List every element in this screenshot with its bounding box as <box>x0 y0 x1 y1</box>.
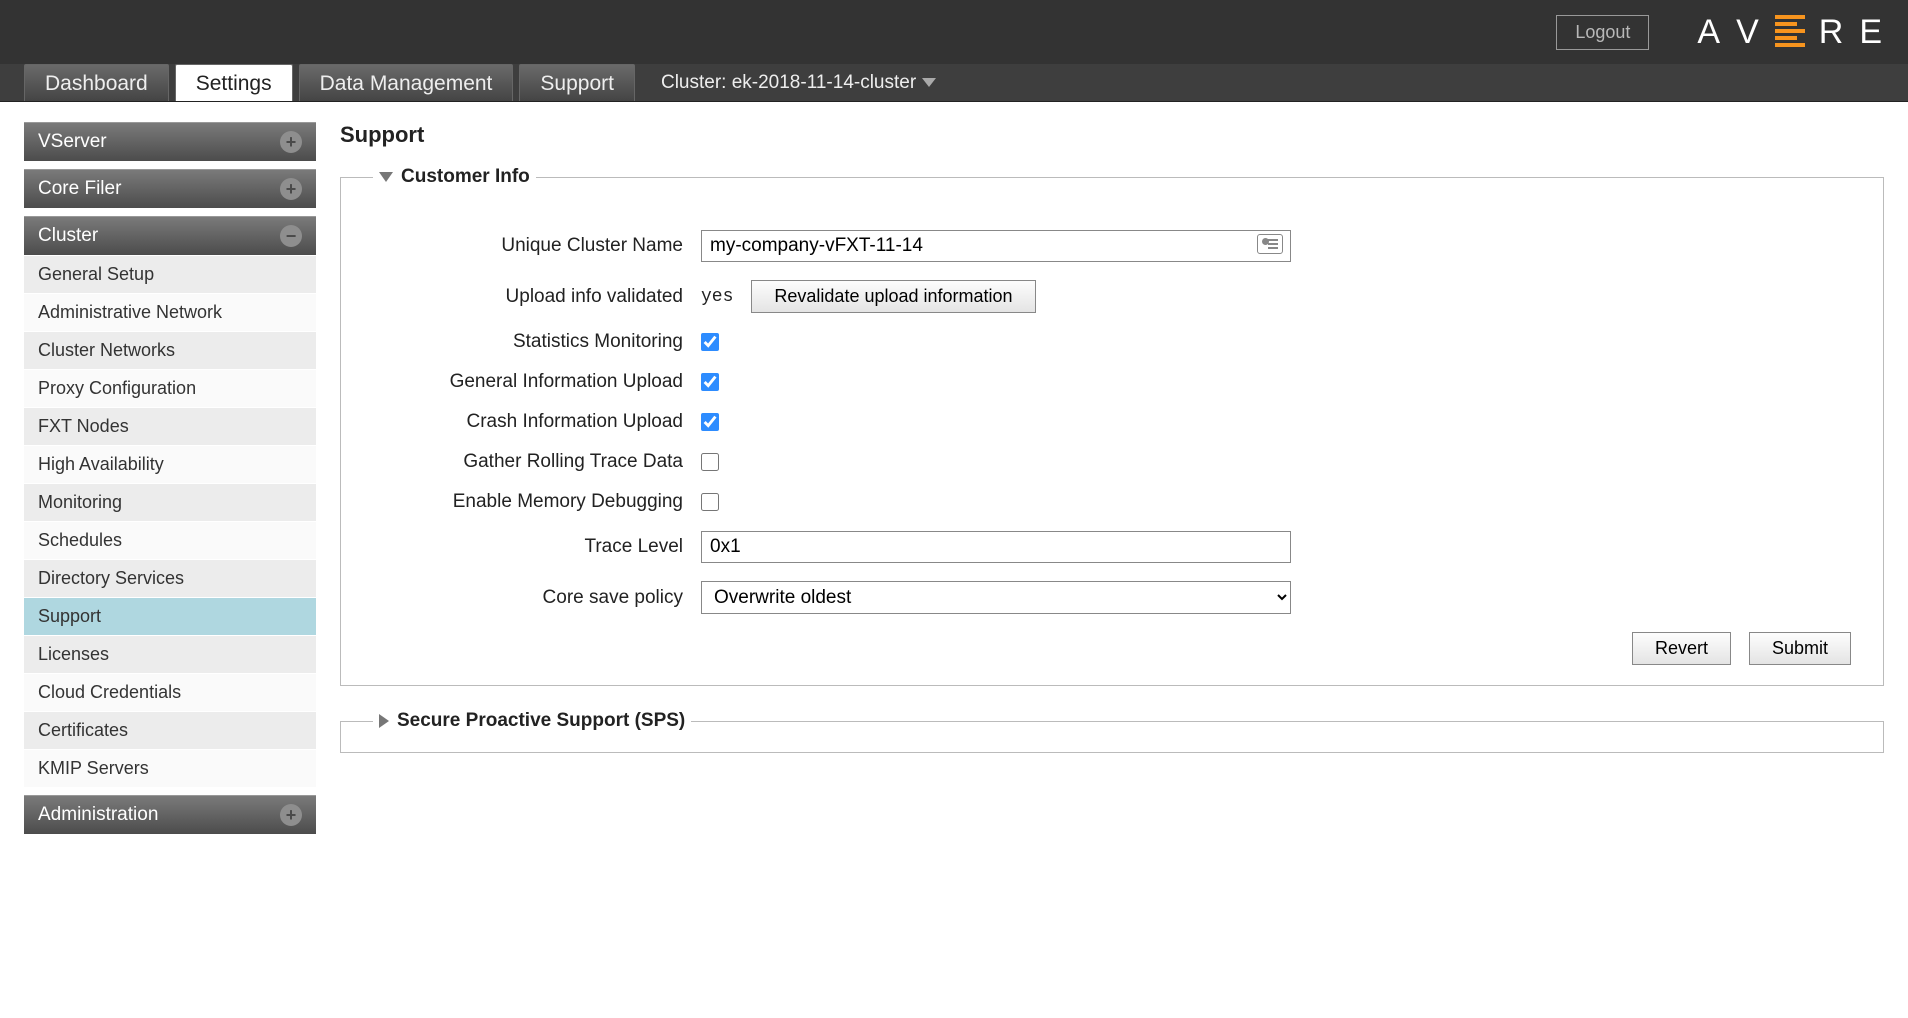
tab-support[interactable]: Support <box>519 64 635 101</box>
memory-debug-checkbox[interactable] <box>701 493 719 511</box>
sidebar-section-title: Cluster <box>38 225 98 247</box>
minus-circle-icon: − <box>280 225 302 247</box>
plus-circle-icon: + <box>280 804 302 826</box>
label-crash-upload: Crash Information Upload <box>373 411 683 433</box>
settings-sidebar: VServer + Core Filer + Cluster − General Setup… <box>24 122 316 834</box>
label-core-policy: Core save policy <box>373 587 683 609</box>
label-memory-debug: Enable Memory Debugging <box>373 491 683 513</box>
rolling-trace-checkbox[interactable] <box>701 453 719 471</box>
sidebar-section-title: VServer <box>38 131 107 153</box>
sidebar-item-general-setup[interactable]: General Setup <box>24 255 316 293</box>
brand-logo: A V R E <box>1697 13 1884 52</box>
general-upload-checkbox[interactable] <box>701 373 719 391</box>
main-panel: Support Customer Info Unique Cluster Nam… <box>340 122 1884 834</box>
sidebar-item-high-availability[interactable]: High Availability <box>24 445 316 483</box>
sidebar-section-administration[interactable]: Administration + <box>24 795 316 834</box>
label-stats-monitoring: Statistics Monitoring <box>373 331 683 353</box>
cluster-label-text: Cluster: ek-2018-11-14-cluster <box>661 72 916 94</box>
sidebar-item-schedules[interactable]: Schedules <box>24 521 316 559</box>
label-cluster-name: Unique Cluster Name <box>373 235 683 257</box>
cluster-name-input[interactable] <box>701 230 1291 262</box>
sidebar-section-core-filer[interactable]: Core Filer + <box>24 169 316 208</box>
topbar: Logout A V R E <box>0 0 1908 64</box>
disclosure-closed-icon <box>379 714 389 728</box>
revalidate-button[interactable]: Revalidate upload information <box>751 280 1035 313</box>
chevron-down-icon <box>922 78 936 87</box>
trace-level-input[interactable] <box>701 531 1291 563</box>
sps-legend-text: Secure Proactive Support (SPS) <box>397 710 685 732</box>
customer-info-legend[interactable]: Customer Info <box>373 166 536 188</box>
cluster-selector[interactable]: Cluster: ek-2018-11-14-cluster <box>661 64 936 101</box>
sidebar-section-title: Administration <box>38 804 158 826</box>
sidebar-item-certificates[interactable]: Certificates <box>24 711 316 749</box>
sidebar-item-cluster-networks[interactable]: Cluster Networks <box>24 331 316 369</box>
plus-circle-icon: + <box>280 131 302 153</box>
sidebar-section-vserver[interactable]: VServer + <box>24 122 316 161</box>
plus-circle-icon: + <box>280 178 302 200</box>
main-nav: Dashboard Settings Data Management Suppo… <box>0 64 1908 102</box>
sidebar-item-proxy-configuration[interactable]: Proxy Configuration <box>24 369 316 407</box>
sidebar-section-title: Core Filer <box>38 178 121 200</box>
tab-settings[interactable]: Settings <box>175 64 293 101</box>
revert-button[interactable]: Revert <box>1632 632 1731 665</box>
tab-data-management[interactable]: Data Management <box>299 64 514 101</box>
stats-monitoring-checkbox[interactable] <box>701 333 719 351</box>
label-upload-validated: Upload info validated <box>373 286 683 308</box>
disclosure-open-icon <box>379 172 393 182</box>
label-trace-level: Trace Level <box>373 536 683 558</box>
sidebar-item-monitoring[interactable]: Monitoring <box>24 483 316 521</box>
sidebar-item-administrative-network[interactable]: Administrative Network <box>24 293 316 331</box>
sps-legend[interactable]: Secure Proactive Support (SPS) <box>373 710 691 732</box>
sidebar-item-support[interactable]: Support <box>24 597 316 635</box>
submit-button[interactable]: Submit <box>1749 632 1851 665</box>
tab-dashboard[interactable]: Dashboard <box>24 64 169 101</box>
page-title: Support <box>340 122 1884 148</box>
customer-info-legend-text: Customer Info <box>401 166 530 188</box>
label-general-upload: General Information Upload <box>373 371 683 393</box>
core-policy-select[interactable]: Overwrite oldest <box>701 581 1291 614</box>
sidebar-item-cloud-credentials[interactable]: Cloud Credentials <box>24 673 316 711</box>
sidebar-item-fxt-nodes[interactable]: FXT Nodes <box>24 407 316 445</box>
logout-button[interactable]: Logout <box>1556 15 1649 50</box>
customer-info-fieldset: Customer Info Unique Cluster Name Upload… <box>340 166 1884 686</box>
sps-fieldset: Secure Proactive Support (SPS) <box>340 710 1884 753</box>
sidebar-item-directory-services[interactable]: Directory Services <box>24 559 316 597</box>
upload-validated-value: yes <box>701 287 733 307</box>
label-rolling-trace: Gather Rolling Trace Data <box>373 451 683 473</box>
crash-upload-checkbox[interactable] <box>701 413 719 431</box>
sidebar-section-cluster[interactable]: Cluster − <box>24 216 316 255</box>
sidebar-item-licenses[interactable]: Licenses <box>24 635 316 673</box>
sidebar-item-kmip-servers[interactable]: KMIP Servers <box>24 749 316 787</box>
